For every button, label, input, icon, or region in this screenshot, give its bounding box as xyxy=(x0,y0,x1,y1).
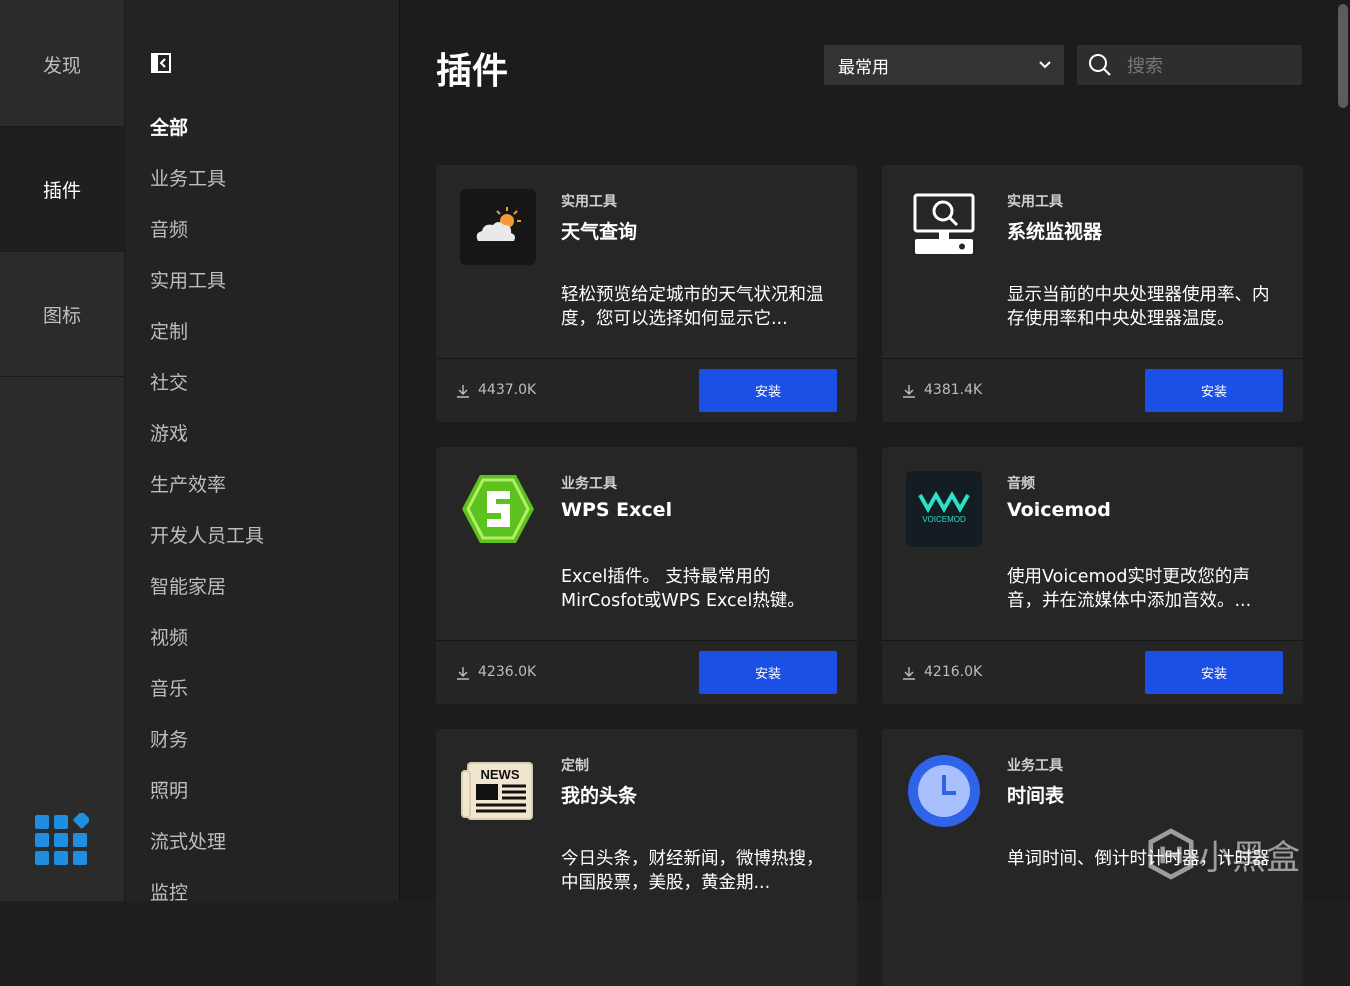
sort-select[interactable]: 最常用 xyxy=(824,45,1064,85)
news-icon-text: NEWS xyxy=(481,767,520,782)
search-icon xyxy=(1089,54,1111,76)
nav-plugins-label: 插件 xyxy=(42,179,81,202)
category-utilities[interactable]: 实用工具 xyxy=(150,266,226,293)
card-footer: 4236.0K 安装 xyxy=(436,640,857,704)
card-name: 天气查询 xyxy=(561,221,638,243)
left-nav: 发现 插件 图标 xyxy=(0,0,125,901)
sort-selected-value: 最常用 xyxy=(838,57,889,78)
category-music[interactable]: 音乐 xyxy=(150,674,188,701)
download-count: 4216.0K xyxy=(924,664,983,680)
install-button[interactable]: 安装 xyxy=(699,651,837,694)
card-category: 实用工具 xyxy=(1007,194,1063,210)
card-name: Voicemod xyxy=(1007,499,1111,521)
apps-grid-icon[interactable] xyxy=(35,811,91,867)
install-button[interactable]: 安装 xyxy=(1145,651,1283,694)
plugin-card-system-monitor[interactable]: 实用工具 系统监视器 显示当前的中央处理器使用率、内存使用率和中央处理器温度。 … xyxy=(882,165,1303,422)
weather-icon xyxy=(460,189,536,265)
download-count: 4381.4K xyxy=(924,382,983,398)
card-category: 业务工具 xyxy=(561,476,617,492)
plugin-card-my-headlines[interactable]: NEWS 定制 我的头条 今日头条，财经新闻，微博热搜，中国股票，美股，黄金期.… xyxy=(436,729,857,986)
plugin-card-weather[interactable]: 实用工具 天气查询 轻松预览给定城市的天气状况和温度，您可以选择如何显示它...… xyxy=(436,165,857,422)
category-custom[interactable]: 定制 xyxy=(150,317,188,344)
card-name: 我的头条 xyxy=(561,785,638,807)
main-content: 插件 最常用 实用工具 天气查询 xyxy=(400,0,1335,986)
install-button[interactable]: 安装 xyxy=(699,369,837,412)
plugin-card-wps-excel[interactable]: 业务工具 WPS Excel Excel插件。 支持最常用的MirCosfot或… xyxy=(436,447,857,704)
category-all[interactable]: 全部 xyxy=(150,113,188,140)
voicemod-icon: VOICEMOD xyxy=(906,471,982,547)
category-sidebar: 全部 业务工具 音频 实用工具 定制 社交 游戏 生产效率 开发人员工具 智能家… xyxy=(125,0,400,904)
nav-discover-label: 发现 xyxy=(42,54,81,77)
card-footer: 4381.4K 安装 xyxy=(882,358,1303,422)
download-count: 4437.0K xyxy=(478,382,537,398)
category-video[interactable]: 视频 xyxy=(150,623,188,650)
download-icon xyxy=(903,667,915,680)
nav-icons-label: 图标 xyxy=(42,304,81,327)
category-finance[interactable]: 财务 xyxy=(150,725,188,752)
card-category: 业务工具 xyxy=(1007,758,1063,774)
card-category: 音频 xyxy=(1007,476,1035,492)
card-name: 时间表 xyxy=(1007,785,1065,807)
plugin-card-voicemod[interactable]: VOICEMOD 音频 Voicemod 使用Voicemod实时更改您的声音，… xyxy=(882,447,1303,704)
category-productivity[interactable]: 生产效率 xyxy=(150,470,226,497)
voicemod-icon-text: VOICEMOD xyxy=(922,515,966,524)
card-description: 轻松预览给定城市的天气状况和温度，您可以选择如何显示它... xyxy=(561,285,824,329)
search-box xyxy=(1077,45,1302,87)
search-input[interactable] xyxy=(1125,45,1299,87)
card-name: WPS Excel xyxy=(561,499,673,521)
card-description: 使用Voicemod实时更改您的声音，并在流媒体中添加音效。... xyxy=(1007,567,1252,611)
card-description: 显示当前的中央处理器使用率、内存使用率和中央处理器温度。 xyxy=(1007,285,1270,329)
card-description: 今日头条，财经新闻，微博热搜，中国股票，美股，黄金期... xyxy=(561,849,824,893)
download-icon xyxy=(457,667,469,680)
news-icon: NEWS xyxy=(460,753,536,829)
category-lighting[interactable]: 照明 xyxy=(150,776,188,803)
install-button[interactable]: 安装 xyxy=(1145,369,1283,412)
category-developer-tools[interactable]: 开发人员工具 xyxy=(150,521,264,548)
page-title: 插件 xyxy=(436,51,509,92)
card-footer: 4216.0K 安装 xyxy=(882,640,1303,704)
card-footer: 4437.0K 安装 xyxy=(436,358,857,422)
category-business-tools[interactable]: 业务工具 xyxy=(150,164,226,191)
nav-discover[interactable]: 发现 xyxy=(0,2,124,127)
download-icon xyxy=(903,385,915,398)
nav-icons[interactable]: 图标 xyxy=(0,252,124,377)
nav-plugins[interactable]: 插件 xyxy=(0,127,124,252)
category-audio[interactable]: 音频 xyxy=(150,215,188,242)
category-social[interactable]: 社交 xyxy=(150,368,188,395)
category-streaming[interactable]: 流式处理 xyxy=(150,827,226,854)
system-monitor-icon xyxy=(906,189,982,265)
chevron-down-icon xyxy=(1039,61,1051,69)
watermark-logo-icon xyxy=(1148,828,1194,880)
collapse-panel-icon[interactable] xyxy=(151,53,171,73)
watermark-text: 小黑盒 xyxy=(1198,838,1300,878)
card-description: Excel插件。 支持最常用的MirCosfot或WPS Excel热键。 xyxy=(561,567,805,611)
download-count: 4236.0K xyxy=(478,664,537,680)
card-name: 系统监视器 xyxy=(1007,221,1103,243)
wps-excel-icon xyxy=(460,471,536,547)
clock-icon xyxy=(906,753,982,829)
download-icon xyxy=(457,385,469,398)
category-games[interactable]: 游戏 xyxy=(150,419,188,446)
watermark: 小黑盒 xyxy=(1148,824,1318,884)
scrollbar-thumb[interactable] xyxy=(1338,4,1348,108)
card-category: 实用工具 xyxy=(561,194,617,210)
category-smart-home[interactable]: 智能家居 xyxy=(150,572,226,599)
scrollbar-track[interactable] xyxy=(1335,0,1350,901)
card-category: 定制 xyxy=(561,758,589,774)
